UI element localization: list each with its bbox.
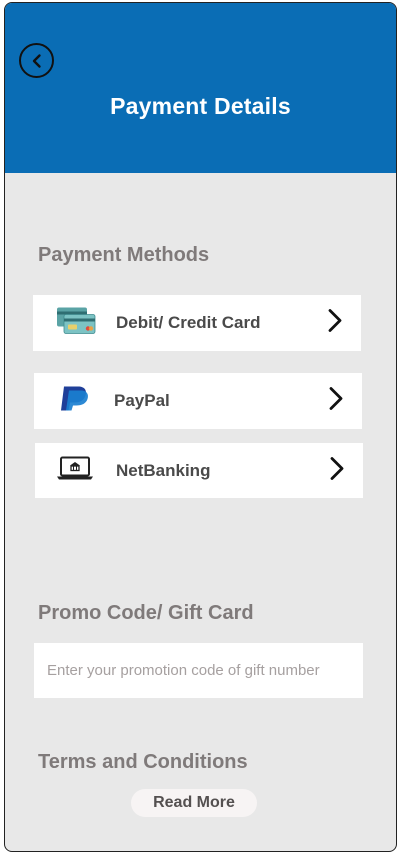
netbanking-laptop-icon: [56, 455, 94, 486]
payment-method-card[interactable]: Debit/ Credit Card: [33, 295, 361, 351]
terms-heading: Terms and Conditions: [38, 751, 248, 773]
payment-methods-heading: Payment Methods: [38, 244, 210, 266]
phone-frame: Payment Details Payment Methods Debit/ C…: [4, 2, 397, 852]
chevron-left-icon: [32, 53, 41, 68]
header-bar: Payment Details: [5, 3, 396, 173]
chevron-right-icon: [328, 387, 344, 416]
payment-method-netbanking[interactable]: NetBanking: [35, 443, 363, 498]
chevron-right-icon: [327, 309, 343, 338]
paypal-icon: [58, 386, 92, 417]
promo-code-input[interactable]: [34, 643, 363, 698]
payment-method-label: Debit/ Credit Card: [116, 313, 261, 332]
payment-method-paypal[interactable]: PayPal: [34, 373, 362, 429]
payment-method-label: NetBanking: [116, 460, 211, 480]
promo-code-heading: Promo Code/ Gift Card: [38, 602, 254, 624]
page-title: Payment Details: [110, 93, 291, 119]
payment-method-label: PayPal: [114, 391, 170, 410]
credit-card-icon: [56, 306, 96, 341]
read-more-button[interactable]: Read More: [131, 789, 257, 817]
back-button[interactable]: [19, 43, 54, 78]
chevron-right-icon: [329, 456, 345, 485]
